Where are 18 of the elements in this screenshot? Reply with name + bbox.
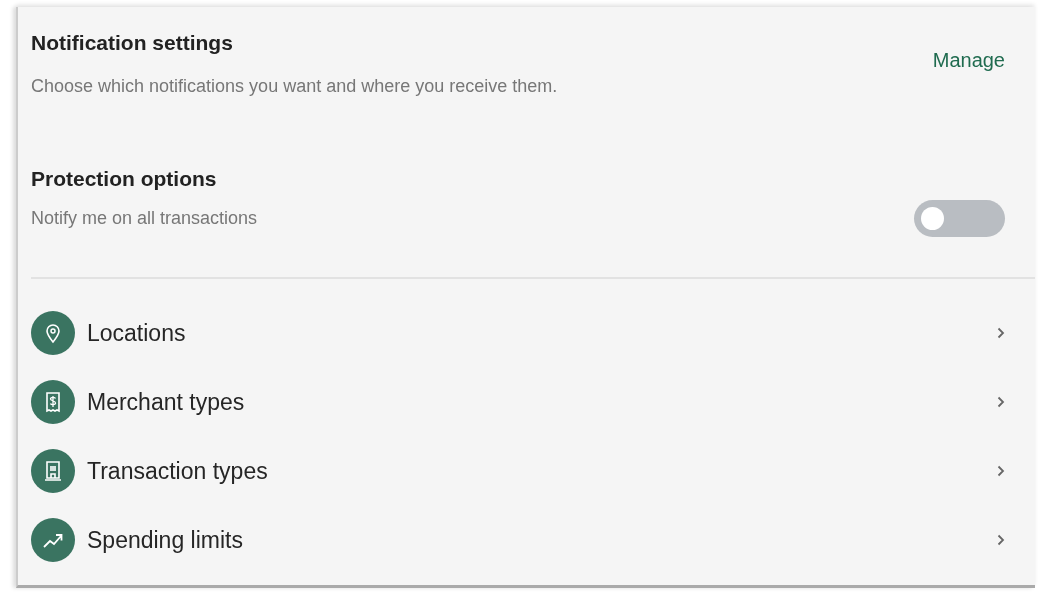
menu-item[interactable]: Merchant types bbox=[31, 380, 1005, 424]
building-icon bbox=[31, 449, 75, 493]
chevron-right-icon bbox=[997, 534, 1005, 546]
chevron-right-icon bbox=[997, 396, 1005, 408]
section-title: Notification settings bbox=[31, 31, 234, 55]
menu-item[interactable]: Locations bbox=[31, 311, 1005, 355]
section-title: Protection options bbox=[31, 167, 218, 191]
setting-label: Notify me on all transactions bbox=[31, 208, 258, 229]
chevron-right-icon bbox=[997, 465, 1005, 477]
receipt-icon bbox=[31, 380, 75, 424]
toggle-switch[interactable] bbox=[914, 200, 1005, 237]
manage-link[interactable]: Manage bbox=[932, 48, 1005, 72]
menu-item[interactable]: Transaction types bbox=[31, 449, 1005, 493]
chevron-right-icon bbox=[997, 327, 1005, 339]
section-description: Choose which notifications you want and where you receive them. bbox=[31, 76, 558, 97]
menu-item[interactable]: Spending limits bbox=[31, 518, 1005, 562]
map-pin-icon bbox=[31, 311, 75, 355]
trending-up-icon bbox=[31, 518, 75, 562]
